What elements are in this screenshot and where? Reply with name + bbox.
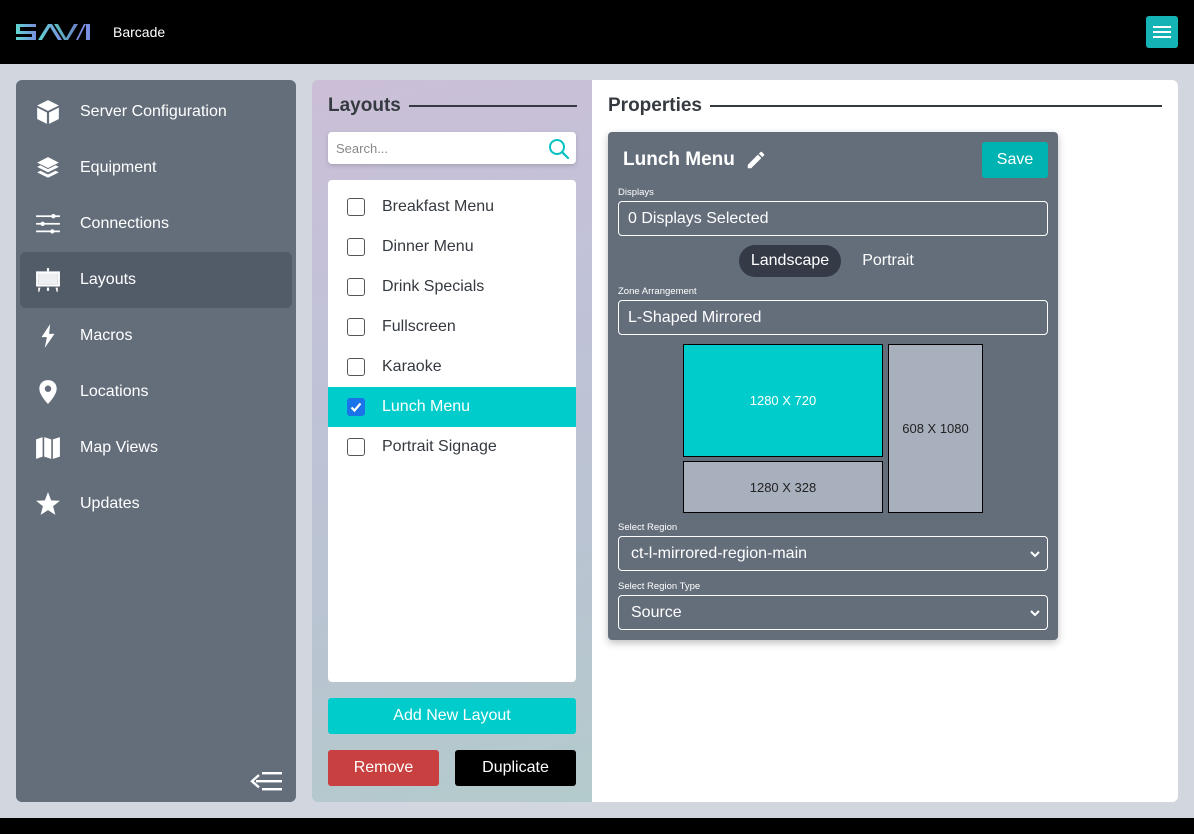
sidebar-item-label: Macros — [80, 327, 133, 344]
heading-divider — [709, 105, 1162, 107]
checkbox[interactable] — [347, 358, 365, 376]
sidebar-item-macros[interactable]: Macros — [20, 308, 292, 364]
list-item-selected[interactable]: Lunch Menu — [328, 387, 576, 427]
sidebar-item-label: Locations — [80, 383, 149, 400]
pencil-icon[interactable] — [745, 149, 767, 171]
map-icon — [20, 435, 76, 461]
sidebar-item-label: Equipment — [80, 159, 157, 176]
star-icon — [20, 491, 76, 517]
sidebar-item-label: Server Configuration — [80, 103, 227, 120]
checkmark-icon — [350, 402, 362, 413]
lightning-icon — [20, 323, 76, 349]
displays-label: Displays — [618, 187, 654, 198]
sidebar-item-map-views[interactable]: Map Views — [20, 420, 292, 476]
duplicate-button[interactable]: Duplicate — [455, 750, 576, 786]
displays-field[interactable]: 0 Displays Selected — [618, 201, 1048, 236]
sidebar-item-server-configuration[interactable]: Server Configuration — [20, 84, 292, 140]
list-item-label: Drink Specials — [382, 278, 485, 295]
chevron-down-icon — [1030, 610, 1040, 617]
cube-icon — [20, 99, 76, 125]
add-layout-button[interactable]: Add New Layout — [328, 698, 576, 734]
save-button[interactable]: Save — [982, 142, 1048, 178]
main-area: Server Configuration Equipment Connectio… — [0, 64, 1194, 818]
list-item-label: Lunch Menu — [382, 398, 471, 415]
list-item-label: Dinner Menu — [382, 238, 474, 255]
select-region-dropdown[interactable]: ct-l-mirrored-region-main — [618, 536, 1048, 571]
list-item-label: Fullscreen — [382, 318, 456, 335]
sidebar-item-connections[interactable]: Connections — [20, 196, 292, 252]
zone-main[interactable]: 1280 X 720 — [683, 344, 883, 457]
list-item-label: Karaoke — [382, 358, 442, 375]
savi-logo — [16, 24, 90, 40]
layers-icon — [20, 155, 76, 181]
sidebar-item-label: Layouts — [80, 271, 137, 288]
hamburger-icon — [1153, 26, 1171, 28]
list-item[interactable]: Drink Specials — [328, 267, 576, 307]
list-item[interactable]: Fullscreen — [328, 307, 576, 347]
sidebar: Server Configuration Equipment Connectio… — [16, 80, 296, 802]
checkbox-checked[interactable] — [347, 398, 365, 416]
sidebar-item-label: Map Views — [80, 439, 158, 456]
sidebar-item-label: Updates — [80, 495, 140, 512]
checkbox[interactable] — [347, 278, 365, 296]
sliders-icon — [20, 211, 76, 237]
zone-arrangement-field[interactable]: L-Shaped Mirrored — [618, 300, 1048, 335]
select-region-label: Select Region — [618, 522, 678, 533]
checkbox[interactable] — [347, 438, 365, 456]
list-item[interactable]: Portrait Signage — [328, 427, 576, 467]
layouts-heading: Layouts — [328, 95, 577, 117]
sidebar-item-label: Connections — [80, 215, 169, 232]
select-region-type-label: Select Region Type — [618, 581, 701, 592]
search-icon[interactable] — [548, 138, 570, 160]
search-box — [328, 132, 576, 164]
search-input[interactable] — [328, 132, 528, 164]
zone-side[interactable]: 608 X 1080 — [888, 344, 983, 513]
list-item-label: Breakfast Menu — [382, 198, 495, 215]
zone-arrangement-label: Zone Arrangement — [618, 286, 697, 297]
venue-name: Barcade — [113, 24, 166, 40]
zone-preview: 1280 X 720 1280 X 328 608 X 1080 — [683, 344, 983, 513]
checkbox[interactable] — [347, 238, 365, 256]
checkbox[interactable] — [347, 318, 365, 336]
sidebar-item-locations[interactable]: Locations — [20, 364, 292, 420]
checkbox[interactable] — [347, 198, 365, 216]
layouts-list: Breakfast Menu Dinner Menu Drink Special… — [328, 180, 576, 682]
easel-icon — [20, 267, 76, 293]
orientation-landscape-toggle[interactable]: Landscape — [739, 245, 841, 277]
remove-button[interactable]: Remove — [328, 750, 439, 786]
layouts-panel: Layouts Breakfast Menu Dinner Menu Drink… — [312, 80, 592, 802]
map-pin-icon — [20, 379, 76, 405]
list-item[interactable]: Dinner Menu — [328, 227, 576, 267]
sidebar-item-updates[interactable]: Updates — [20, 476, 292, 532]
collapse-menu-icon[interactable] — [250, 770, 282, 792]
list-item-label: Portrait Signage — [382, 438, 497, 455]
top-bar: Barcade — [0, 0, 1194, 64]
hamburger-menu-button[interactable] — [1146, 16, 1178, 48]
sidebar-item-equipment[interactable]: Equipment — [20, 140, 292, 196]
list-item[interactable]: Breakfast Menu — [328, 187, 576, 227]
layout-name: Lunch Menu — [623, 149, 767, 171]
select-region-type-dropdown[interactable]: Source — [618, 595, 1048, 630]
orientation-portrait-toggle[interactable]: Portrait — [848, 245, 928, 277]
chevron-down-icon — [1030, 551, 1040, 558]
sidebar-item-layouts[interactable]: Layouts — [20, 252, 292, 308]
layout-properties-card: Lunch Menu Save Displays 0 Displays Sele… — [608, 132, 1058, 640]
heading-divider — [408, 105, 577, 107]
zone-bottom[interactable]: 1280 X 328 — [683, 461, 883, 513]
list-item[interactable]: Karaoke — [328, 347, 576, 387]
properties-panel: Properties Lunch Menu Save Displays 0 Di… — [592, 80, 1178, 802]
properties-heading: Properties — [608, 95, 1162, 117]
